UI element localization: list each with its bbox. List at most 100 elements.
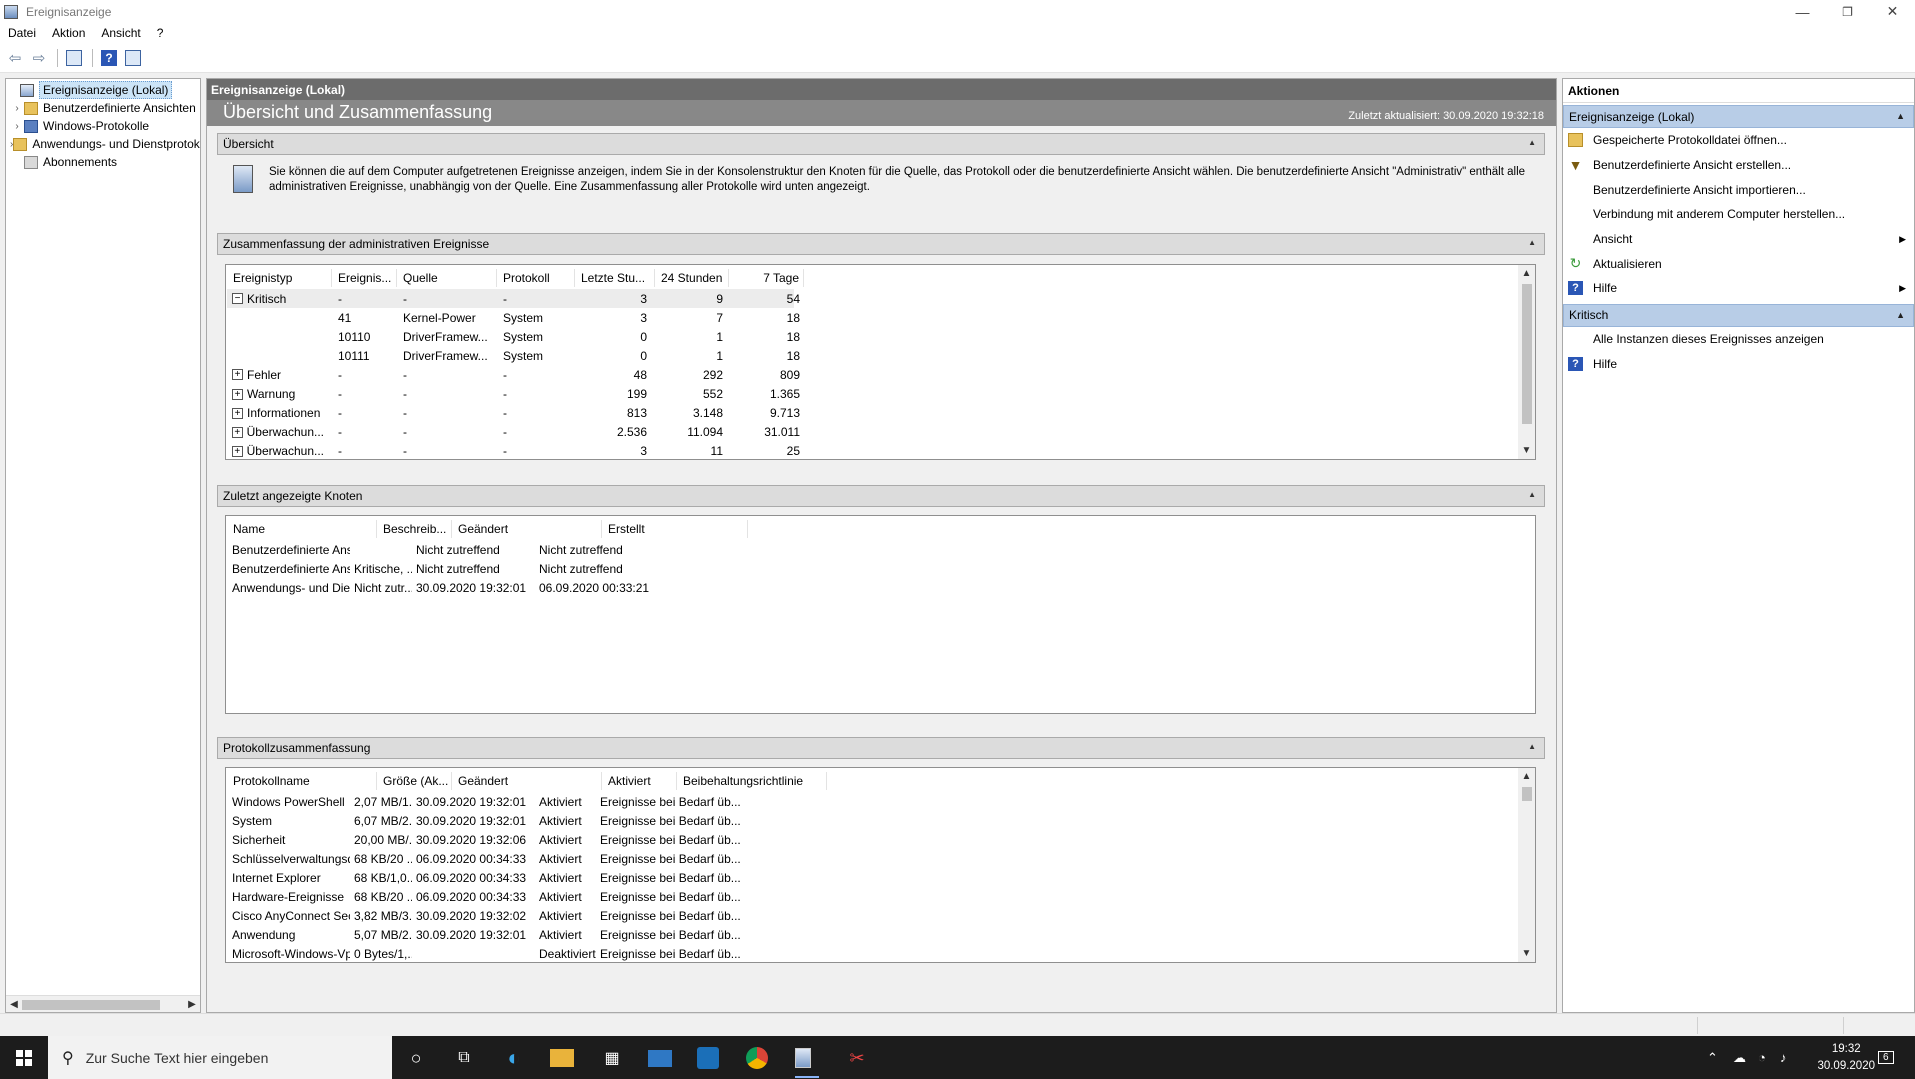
log-summary-cell[interactable]: Anwendung	[232, 926, 350, 945]
recent-node-cell[interactable]: Nicht zutreffend	[539, 540, 659, 559]
column-header[interactable]: Ereignis...	[332, 269, 397, 287]
scroll-left-icon[interactable]: ◀	[6, 996, 22, 1012]
summary-cell-id[interactable]: -	[338, 404, 396, 423]
summary-cell-source[interactable]: -	[403, 365, 495, 384]
summary-cell-source[interactable]: -	[403, 289, 495, 308]
log-summary-cell[interactable]: Hardware-Ereignisse	[232, 888, 350, 907]
start-button[interactable]	[0, 1036, 48, 1079]
expand-icon[interactable]: +	[232, 407, 243, 419]
snipping-tool-icon[interactable]: ✂	[844, 1045, 870, 1071]
summary-cell-log[interactable]: System	[503, 346, 573, 365]
recent-node-cell[interactable]: Benutzerdefinierte Ansic...	[232, 559, 350, 578]
log-summary-cell[interactable]: Internet Explorer	[232, 868, 350, 887]
summary-cell-d7[interactable]: 31.011	[729, 423, 800, 442]
action-section-header[interactable]: Kritisch ▲	[1563, 303, 1914, 327]
tray-overflow-icon[interactable]: ⌃	[1707, 1036, 1718, 1079]
show-hide-console-tree-button[interactable]	[63, 47, 85, 69]
collapse-icon[interactable]: ▲	[1528, 138, 1536, 147]
summary-cell-id[interactable]: -	[338, 423, 396, 442]
cortana-icon[interactable]: ○	[403, 1045, 429, 1071]
scroll-down-icon[interactable]: ▼	[1518, 442, 1535, 459]
summary-cell-h24[interactable]: 11.094	[655, 423, 723, 442]
log-summary-cell[interactable]: 30.09.2020 19:32:02	[416, 907, 536, 926]
log-summary-cell[interactable]: Aktiviert	[539, 811, 597, 830]
summary-cell-d7[interactable]: 18	[729, 346, 800, 365]
log-summary-cell[interactable]: 0 Bytes/1,...	[354, 945, 412, 962]
log-summary-cell[interactable]: Sicherheit	[232, 830, 350, 849]
log-summary-cell[interactable]: Ereignisse bei Bedarf üb...	[600, 926, 740, 945]
summary-cell-h24[interactable]: 292	[655, 365, 723, 384]
summary-cell-h1[interactable]: 3	[581, 442, 647, 459]
column-header[interactable]: Ereignistyp	[227, 269, 332, 287]
show-hide-action-pane-button[interactable]	[122, 47, 144, 69]
summary-cell-source[interactable]: DriverFramew...	[403, 327, 495, 346]
recent-node-cell[interactable]: Kritische, ...	[354, 559, 412, 578]
volume-icon[interactable]: ♪	[1780, 1036, 1787, 1079]
action-item[interactable]: Benutzerdefinierte Ansicht importieren..…	[1563, 177, 1914, 202]
column-header[interactable]: Name	[227, 520, 377, 538]
help-button[interactable]: ?	[98, 47, 120, 69]
section-header-admin-summary[interactable]: Zusammenfassung der administrativen Erei…	[217, 233, 1545, 255]
log-summary-cell[interactable]: Ereignisse bei Bedarf üb...	[600, 868, 740, 887]
log-summary-cell[interactable]: Ereignisse bei Bedarf üb...	[600, 945, 740, 962]
tree-item-app-service-logs[interactable]: › Anwendungs- und Dienstprotokolle	[6, 135, 200, 153]
column-header[interactable]: Geändert	[452, 520, 602, 538]
summary-cell-source[interactable]: Kernel-Power	[403, 308, 495, 327]
column-header[interactable]: Beibehaltungsrichtlinie	[677, 772, 827, 790]
log-summary-cell[interactable]: Ereignisse bei Bedarf üb...	[600, 888, 740, 907]
summary-cell-h1[interactable]: 2.536	[581, 423, 647, 442]
menu-ansicht[interactable]: Ansicht	[93, 26, 148, 40]
summary-cell-type[interactable]: + Überwachun...	[232, 423, 324, 442]
log-summary-cell[interactable]: Ereignisse bei Bedarf üb...	[600, 811, 740, 830]
summary-cell-log[interactable]: -	[503, 442, 573, 459]
menu-help[interactable]: ?	[149, 26, 172, 40]
recent-node-cell[interactable]: Nicht zutreffend	[416, 540, 536, 559]
expand-icon[interactable]: +	[232, 445, 243, 457]
log-summary-cell[interactable]: Windows PowerShell	[232, 792, 350, 811]
summary-cell-id[interactable]: -	[338, 365, 396, 384]
summary-cell-source[interactable]: -	[403, 442, 495, 459]
action-item[interactable]: Ansicht ▶	[1563, 227, 1914, 252]
action-item[interactable]: Verbindung mit anderem Computer herstell…	[1563, 202, 1914, 227]
log-summary-cell[interactable]: Ereignisse bei Bedarf üb...	[600, 830, 740, 849]
recent-node-cell[interactable]: Nicht zutreffend	[416, 559, 536, 578]
scrollbar-thumb[interactable]	[1522, 284, 1532, 424]
recent-node-cell[interactable]: 30.09.2020 19:32:01	[416, 578, 536, 597]
log-summary-cell[interactable]: 06.09.2020 00:34:33	[416, 849, 536, 868]
expand-icon[interactable]: +	[232, 369, 243, 381]
column-header[interactable]: Beschreib...	[377, 520, 452, 538]
tree-item-custom-views[interactable]: › Benutzerdefinierte Ansichten	[6, 99, 200, 117]
section-header-log-summary[interactable]: Protokollzusammenfassung ▲	[217, 737, 1545, 759]
summary-cell-id[interactable]: -	[338, 289, 396, 308]
action-item[interactable]: ? Hilfe	[1563, 352, 1914, 377]
summary-cell-id[interactable]: -	[338, 385, 396, 404]
notifications-icon[interactable]: 6	[1878, 1036, 1894, 1079]
onedrive-icon[interactable]: ☁	[1733, 1036, 1746, 1079]
menu-aktion[interactable]: Aktion	[44, 26, 93, 40]
recent-node-cell[interactable]	[354, 540, 412, 559]
summary-cell-d7[interactable]: 25	[729, 442, 800, 459]
expand-icon[interactable]: +	[232, 388, 243, 400]
summary-cell-source[interactable]: -	[403, 423, 495, 442]
section-header-overview[interactable]: Übersicht ▲	[217, 133, 1545, 155]
file-explorer-icon[interactable]	[550, 1049, 574, 1067]
summary-cell-d7[interactable]: 18	[729, 327, 800, 346]
log-summary-cell[interactable]: 3,82 MB/3...	[354, 907, 412, 926]
log-summary-cell[interactable]: Microsoft-Windows-Vpn...	[232, 945, 350, 962]
section-header-recent-nodes[interactable]: Zuletzt angezeigte Knoten ▲	[217, 485, 1545, 507]
log-summary-cell[interactable]: 68 KB/20 ...	[354, 888, 412, 907]
action-item[interactable]: ▼ Benutzerdefinierte Ansicht erstellen...	[1563, 153, 1914, 178]
summary-cell-id[interactable]: 10110	[338, 327, 396, 346]
task-view-icon[interactable]: ⧉	[451, 1045, 477, 1071]
collapse-icon[interactable]: ▲	[1528, 742, 1536, 751]
log-summary-cell[interactable]: Aktiviert	[539, 849, 597, 868]
log-summary-cell[interactable]: 30.09.2020 19:32:06	[416, 830, 536, 849]
log-summary-cell[interactable]: Cisco AnyConnect Secur...	[232, 907, 350, 926]
taskbar-clock[interactable]: 19:32 30.09.2020	[1817, 1041, 1875, 1075]
log-summary-cell[interactable]: Aktiviert	[539, 792, 597, 811]
log-summary-cell[interactable]: Ereignisse bei Bedarf üb...	[600, 792, 740, 811]
chrome-icon[interactable]	[746, 1047, 768, 1069]
summary-cell-h24[interactable]: 3.148	[655, 404, 723, 423]
summary-cell-type[interactable]: − Kritisch	[232, 289, 324, 308]
log-summary-cell[interactable]: Deaktiviert	[539, 945, 597, 962]
